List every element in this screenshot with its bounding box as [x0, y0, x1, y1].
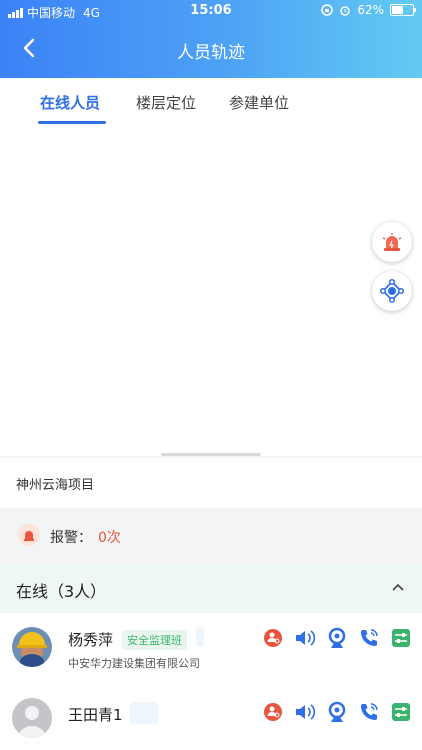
call-button[interactable]: [358, 701, 380, 723]
alarm-badge-icon: [18, 524, 40, 546]
status-bar: 中国移动 4G 15:06 62%: [0, 0, 422, 22]
call-button[interactable]: [358, 627, 380, 649]
network-button[interactable]: [372, 271, 412, 311]
team-badge: 安全监理班: [122, 630, 187, 650]
avatar: [12, 698, 52, 738]
tab-bar: 在线人员 楼层定位 参建单位: [0, 78, 422, 126]
app-header: 中国移动 4G 15:06 62% 人员轨迹: [0, 0, 422, 78]
online-count-label: 在线（3人）: [16, 582, 107, 601]
track-button[interactable]: [262, 627, 284, 649]
map-area[interactable]: [0, 126, 422, 456]
broadcast-button[interactable]: [294, 701, 316, 723]
person-name: 杨秀萍: [68, 631, 114, 649]
speaker-icon: [296, 630, 316, 646]
settings-button[interactable]: [390, 627, 412, 649]
siren-icon: [382, 233, 402, 251]
person-actions: [262, 627, 412, 649]
speaker-icon: [296, 704, 316, 720]
network-nodes-icon: [379, 278, 405, 304]
webcam-icon: [328, 701, 346, 722]
broadcast-button[interactable]: [294, 627, 316, 649]
tab-online-staff[interactable]: 在线人员: [40, 92, 100, 113]
camera-button[interactable]: [326, 627, 348, 649]
person-track-icon: [264, 703, 282, 721]
sliders-icon: [392, 703, 410, 721]
person-row[interactable]: 杨秀萍 安全监理班 中安华力建设集团有限公司: [0, 613, 422, 688]
settings-button[interactable]: [390, 701, 412, 723]
project-name: 神州云海项目: [16, 478, 95, 493]
person-name: 王田青1: [68, 706, 123, 724]
chevron-up-icon[interactable]: [392, 582, 404, 592]
track-button[interactable]: [262, 701, 284, 723]
alarm-summary: 报警： 0次: [0, 508, 422, 565]
blurred-area: [196, 627, 204, 647]
blurred-area: [130, 702, 158, 724]
person-track-icon: [264, 629, 282, 647]
person-actions: [262, 701, 412, 723]
battery-icon: [390, 4, 416, 16]
webcam-icon: [328, 627, 346, 648]
rotation-lock-icon: [321, 4, 334, 16]
company-name: 中安华力建设集团有限公司: [68, 657, 200, 670]
battery-percent: 62%: [357, 3, 384, 17]
alarm-count: 0次: [98, 530, 121, 546]
nav-bar: 人员轨迹: [0, 22, 422, 78]
alarm-label: 报警：: [50, 530, 92, 546]
alarm-siren-button[interactable]: [372, 222, 412, 262]
online-section-header[interactable]: 在线（3人）: [0, 565, 422, 613]
phone-icon: [361, 629, 378, 646]
tab-participating-units[interactable]: 参建单位: [229, 92, 289, 113]
phone-icon: [361, 703, 378, 720]
active-tab-indicator: [38, 121, 106, 124]
drag-handle[interactable]: [161, 453, 261, 456]
camera-button[interactable]: [326, 701, 348, 723]
sliders-icon: [392, 629, 410, 647]
avatar: [12, 627, 52, 667]
tab-floor-location[interactable]: 楼层定位: [136, 92, 196, 113]
page-title: 人员轨迹: [177, 43, 245, 63]
person-row[interactable]: 王田青1: [0, 688, 422, 750]
project-bar: 神州云海项目: [0, 458, 422, 508]
alarm-clock-icon: [340, 6, 351, 16]
